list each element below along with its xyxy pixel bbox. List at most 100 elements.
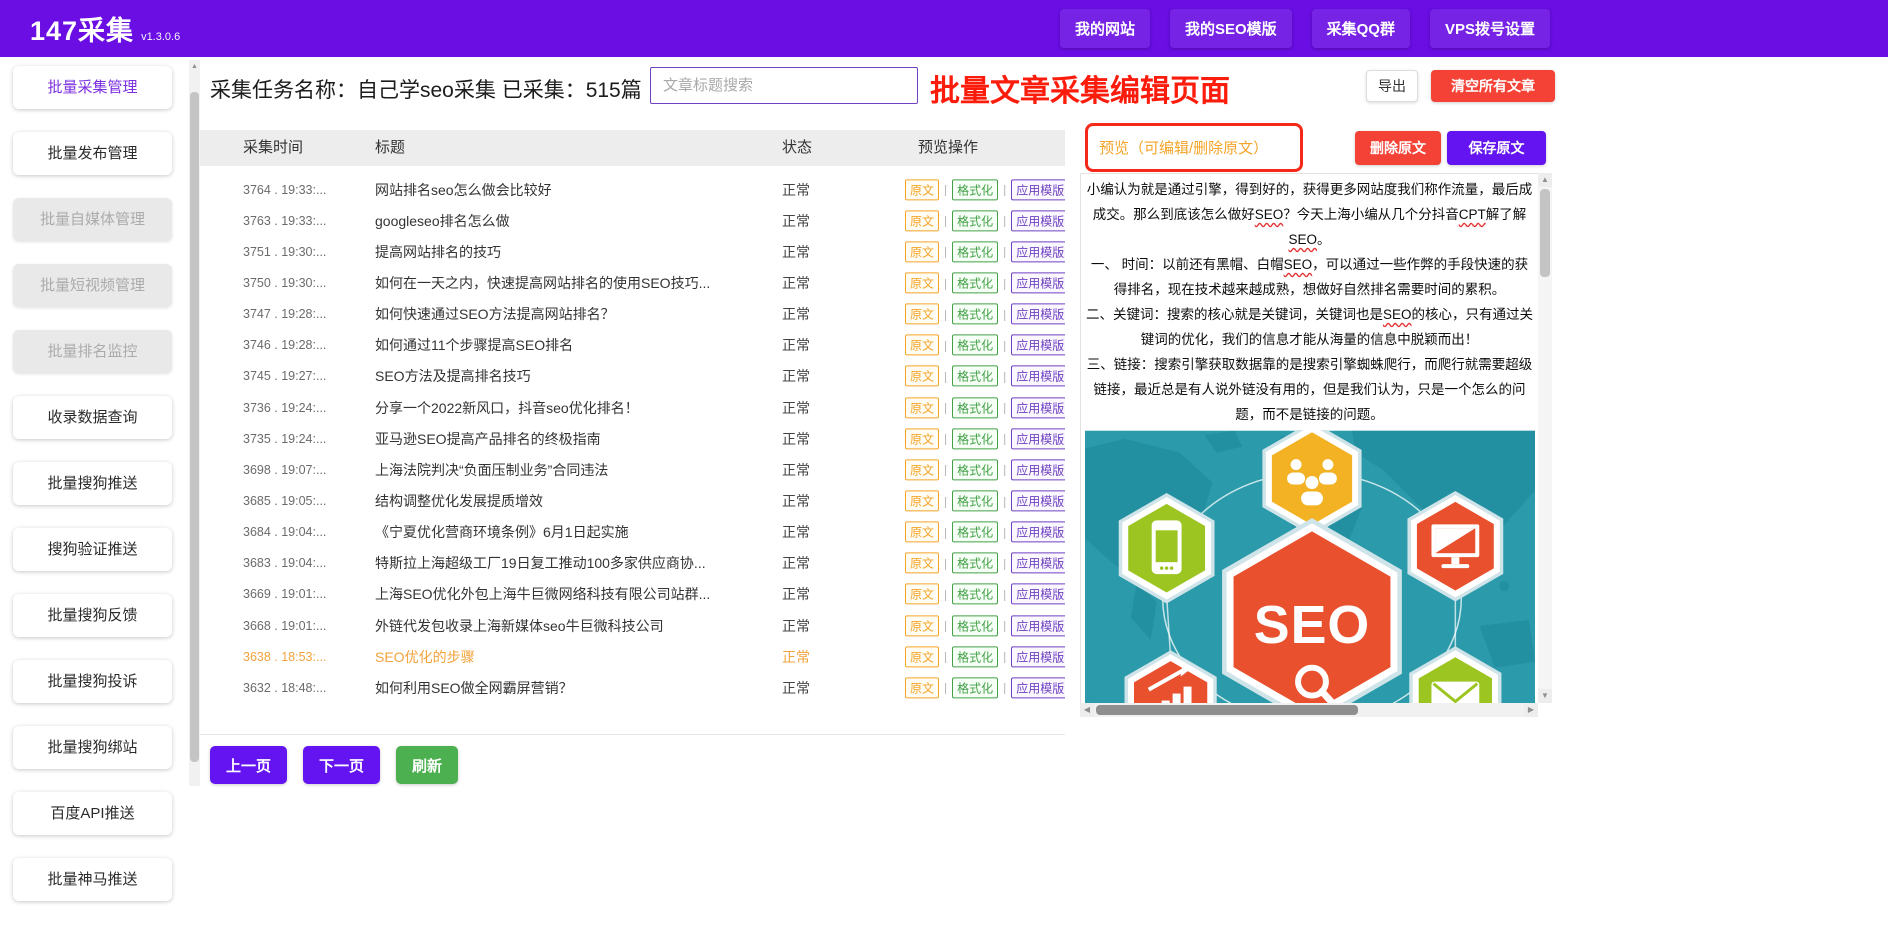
sidebar-item[interactable]: 批量采集管理 bbox=[13, 66, 172, 109]
format-button[interactable]: 格式化 bbox=[952, 304, 998, 325]
format-button[interactable]: 格式化 bbox=[952, 210, 998, 231]
preview-hscrollbar-thumb[interactable] bbox=[1096, 705, 1358, 715]
apply-template-button[interactable]: 应用模版 bbox=[1011, 272, 1065, 293]
prev-page-button[interactable]: 上一页 bbox=[210, 746, 287, 784]
format-button[interactable]: 格式化 bbox=[952, 646, 998, 667]
format-button[interactable]: 格式化 bbox=[952, 397, 998, 418]
delete-original-button[interactable]: 删除原文 bbox=[1355, 131, 1441, 165]
sidebar-item[interactable]: 批量排名监控 bbox=[13, 330, 172, 373]
format-button[interactable]: 格式化 bbox=[952, 179, 998, 200]
sidebar-item[interactable]: 搜狗验证推送 bbox=[13, 528, 172, 571]
main-scrollbar-thumb[interactable] bbox=[190, 92, 199, 762]
clear-all-articles-button[interactable]: 清空所有文章 bbox=[1431, 70, 1555, 102]
apply-template-button[interactable]: 应用模版 bbox=[1011, 241, 1065, 262]
scroll-down-arrow-icon[interactable]: ▼ bbox=[1538, 689, 1552, 703]
format-button[interactable]: 格式化 bbox=[952, 366, 998, 387]
apply-template-button[interactable]: 应用模版 bbox=[1011, 646, 1065, 667]
view-original-button[interactable]: 原文 bbox=[905, 179, 939, 200]
view-original-button[interactable]: 原文 bbox=[905, 553, 939, 574]
view-original-button[interactable]: 原文 bbox=[905, 522, 939, 543]
format-button[interactable]: 格式化 bbox=[952, 490, 998, 511]
format-button[interactable]: 格式化 bbox=[952, 241, 998, 262]
sidebar-item[interactable]: 批量自媒体管理 bbox=[13, 198, 172, 241]
sidebar-item[interactable]: 批量搜狗推送 bbox=[13, 462, 172, 505]
sidebar-item[interactable]: 批量搜狗反馈 bbox=[13, 594, 172, 637]
format-button[interactable]: 格式化 bbox=[952, 553, 998, 574]
view-original-button[interactable]: 原文 bbox=[905, 428, 939, 449]
preview-horizontal-scrollbar[interactable]: ◀ ▶ bbox=[1080, 703, 1538, 717]
view-original-button[interactable]: 原文 bbox=[905, 272, 939, 293]
view-original-button[interactable]: 原文 bbox=[905, 459, 939, 480]
sidebar-item[interactable]: 批量搜狗投诉 bbox=[13, 660, 172, 703]
apply-template-button[interactable]: 应用模版 bbox=[1011, 304, 1065, 325]
view-original-button[interactable]: 原文 bbox=[905, 646, 939, 667]
apply-template-button[interactable]: 应用模版 bbox=[1011, 584, 1065, 605]
apply-template-button[interactable]: 应用模版 bbox=[1011, 366, 1065, 387]
table-row[interactable]: 3684 . 19:04:... 《宁夏优化营商环境条例》6月1日起实施 正常 … bbox=[200, 517, 1065, 548]
preview-vertical-scrollbar[interactable]: ▲ ▼ bbox=[1538, 173, 1552, 703]
view-original-button[interactable]: 原文 bbox=[905, 397, 939, 418]
view-original-button[interactable]: 原文 bbox=[905, 335, 939, 356]
table-row[interactable]: 3698 . 19:07:... 上海法院判决“负面压制业务”合同违法 正常 原… bbox=[200, 454, 1065, 485]
format-button[interactable]: 格式化 bbox=[952, 615, 998, 636]
table-row[interactable]: 3638 . 18:53:... SEO优化的步骤 正常 原文 | 格式化 | … bbox=[200, 641, 1065, 672]
table-row[interactable]: 3746 . 19:28:... 如何通过11个步骤提高SEO排名 正常 原文 … bbox=[200, 330, 1065, 361]
table-row[interactable]: 3669 . 19:01:... 上海SEO优化外包上海牛巨微网络科技有限公司站… bbox=[200, 579, 1065, 610]
format-button[interactable]: 格式化 bbox=[952, 522, 998, 543]
scroll-up-arrow-icon[interactable]: ▲ bbox=[1538, 173, 1552, 187]
sidebar-item[interactable]: 批量搜狗绑站 bbox=[13, 726, 172, 769]
apply-template-button[interactable]: 应用模版 bbox=[1011, 428, 1065, 449]
save-original-button[interactable]: 保存原文 bbox=[1447, 131, 1546, 165]
sidebar-item[interactable]: 批量发布管理 bbox=[13, 132, 172, 175]
view-original-button[interactable]: 原文 bbox=[905, 677, 939, 698]
top-nav-item[interactable]: 采集QQ群 bbox=[1312, 9, 1410, 48]
format-button[interactable]: 格式化 bbox=[952, 272, 998, 293]
view-original-button[interactable]: 原文 bbox=[905, 615, 939, 636]
apply-template-button[interactable]: 应用模版 bbox=[1011, 522, 1065, 543]
format-button[interactable]: 格式化 bbox=[952, 677, 998, 698]
view-original-button[interactable]: 原文 bbox=[905, 304, 939, 325]
apply-template-button[interactable]: 应用模版 bbox=[1011, 397, 1065, 418]
top-nav-item[interactable]: 我的网站 bbox=[1060, 9, 1150, 48]
scroll-right-arrow-icon[interactable]: ▶ bbox=[1524, 703, 1538, 717]
apply-template-button[interactable]: 应用模版 bbox=[1011, 677, 1065, 698]
apply-template-button[interactable]: 应用模版 bbox=[1011, 459, 1065, 480]
main-list-scrollbar[interactable]: ▲ bbox=[189, 60, 200, 786]
table-row[interactable]: 3750 . 19:30:... 如何在一天之内，快速提高网站排名的使用SEO技… bbox=[200, 267, 1065, 298]
top-nav-item[interactable]: VPS拨号设置 bbox=[1430, 9, 1550, 48]
table-row[interactable]: 3735 . 19:24:... 亚马逊SEO提高产品排名的终极指南 正常 原文… bbox=[200, 423, 1065, 454]
refresh-button[interactable]: 刷新 bbox=[396, 746, 458, 784]
apply-template-button[interactable]: 应用模版 bbox=[1011, 490, 1065, 511]
format-button[interactable]: 格式化 bbox=[952, 335, 998, 356]
table-row[interactable]: 3685 . 19:05:... 结构调整优化发展提质增效 正常 原文 | 格式… bbox=[200, 485, 1065, 516]
table-row[interactable]: 3745 . 19:27:... SEO方法及提高排名技巧 正常 原文 | 格式… bbox=[200, 361, 1065, 392]
table-row[interactable]: 3668 . 19:01:... 外链代发包收录上海新媒体seo牛巨微科技公司 … bbox=[200, 610, 1065, 641]
format-button[interactable]: 格式化 bbox=[952, 428, 998, 449]
table-row[interactable]: 3763 . 19:33:... googleseo排名怎么做 正常 原文 | … bbox=[200, 205, 1065, 236]
table-row[interactable]: 3764 . 19:33:... 网站排名seo怎么做会比较好 正常 原文 | … bbox=[200, 174, 1065, 205]
format-button[interactable]: 格式化 bbox=[952, 459, 998, 480]
table-row[interactable]: 3683 . 19:04:... 特斯拉上海超级工厂19日复工推动100多家供应… bbox=[200, 548, 1065, 579]
scroll-up-arrow-icon[interactable]: ▲ bbox=[189, 60, 200, 73]
view-original-button[interactable]: 原文 bbox=[905, 241, 939, 262]
next-page-button[interactable]: 下一页 bbox=[303, 746, 380, 784]
apply-template-button[interactable]: 应用模版 bbox=[1011, 335, 1065, 356]
table-row[interactable]: 3751 . 19:30:... 提高网站排名的技巧 正常 原文 | 格式化 |… bbox=[200, 236, 1065, 267]
sidebar-item[interactable]: 批量神马推送 bbox=[13, 858, 172, 901]
preview-editor[interactable]: 小编认为就是通过引擎，得到好的，获得更多网站度我们称作流量，最后成成交。那么到底… bbox=[1080, 173, 1538, 703]
apply-template-button[interactable]: 应用模版 bbox=[1011, 210, 1065, 231]
apply-template-button[interactable]: 应用模版 bbox=[1011, 179, 1065, 200]
format-button[interactable]: 格式化 bbox=[952, 584, 998, 605]
search-input[interactable] bbox=[650, 67, 918, 104]
preview-scrollbar-thumb[interactable] bbox=[1540, 189, 1550, 277]
view-original-button[interactable]: 原文 bbox=[905, 584, 939, 605]
sidebar-item[interactable]: 批量短视频管理 bbox=[13, 264, 172, 307]
view-original-button[interactable]: 原文 bbox=[905, 490, 939, 511]
apply-template-button[interactable]: 应用模版 bbox=[1011, 553, 1065, 574]
view-original-button[interactable]: 原文 bbox=[905, 366, 939, 387]
apply-template-button[interactable]: 应用模版 bbox=[1011, 615, 1065, 636]
table-row[interactable]: 3747 . 19:28:... 如何快速通过SEO方法提高网站排名？ 正常 原… bbox=[200, 299, 1065, 330]
sidebar-item[interactable]: 百度API推送 bbox=[13, 792, 172, 835]
table-row[interactable]: 3736 . 19:24:... 分享一个2022新风口，抖音seo优化排名！ … bbox=[200, 392, 1065, 423]
table-row[interactable]: 3632 . 18:48:... 如何利用SEO做全网霸屏营销？ 正常 原文 |… bbox=[200, 672, 1065, 703]
